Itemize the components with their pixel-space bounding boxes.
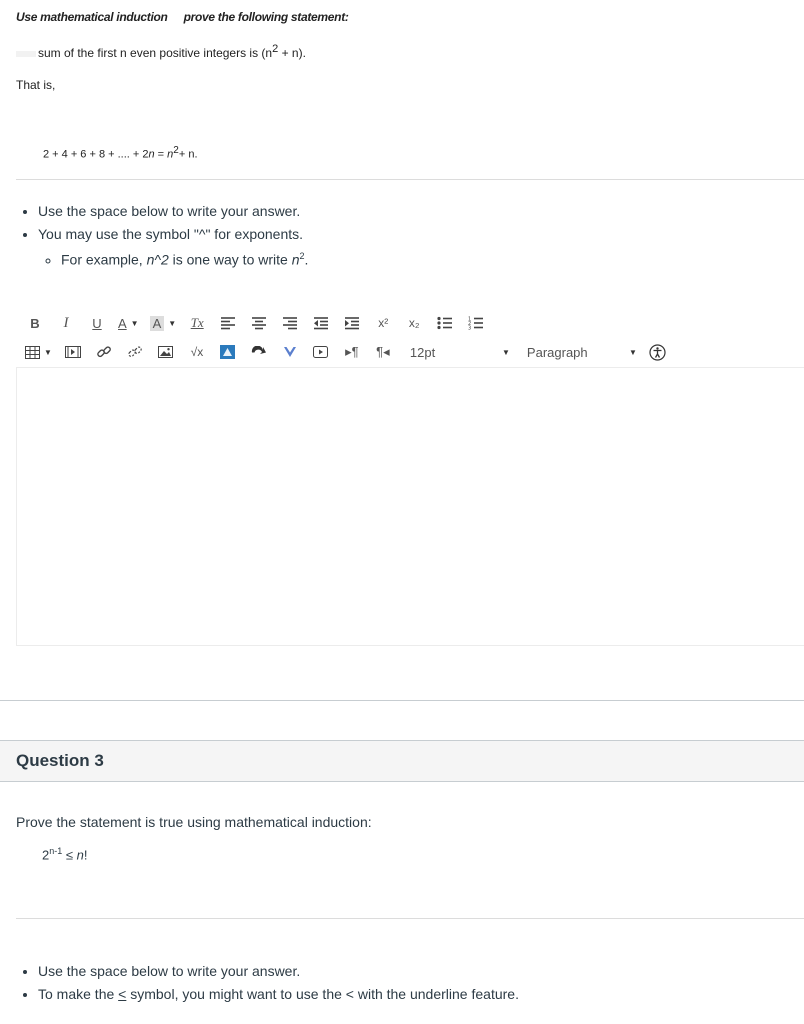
font-color-button[interactable]: A ▼ (118, 313, 139, 333)
ltr-paragraph-icon: ▸¶ (345, 344, 359, 359)
sub-text-a: For example, (61, 251, 147, 268)
instruction-item: You may use the symbol "^" for exponents… (38, 223, 790, 272)
numbered-list-button[interactable]: 123 (466, 313, 486, 333)
indent-button[interactable] (342, 313, 362, 333)
sum-equation: 2 + 4 + 6 + 8 + .... + 2n = n2+ n. (43, 145, 198, 161)
question-header (0, 740, 804, 782)
eq-lhs: 2 + 4 + 6 + 8 + .... + 2 (43, 148, 149, 161)
sub-end: . (304, 251, 309, 268)
arrow-right-icon (252, 345, 267, 354)
instruction-item: Use the space below to write your answer… (38, 200, 790, 223)
editor-toolbar-row1: B I U A ▼ A ▼ Tx x² x₂ 123 (25, 312, 497, 334)
ltr-button[interactable]: ▸¶ (342, 342, 362, 362)
apps-button[interactable] (218, 342, 238, 362)
align-left-button[interactable] (218, 313, 238, 333)
align-center-icon (252, 317, 267, 330)
align-left-icon (221, 317, 236, 330)
outdent-icon (314, 317, 329, 330)
instruction-text: symbol, you might want to use the < with… (126, 985, 519, 1002)
bullet-list-icon (437, 316, 453, 330)
answer-editor[interactable] (16, 367, 804, 646)
eq-rhs: + n. (178, 148, 198, 161)
align-right-button[interactable] (280, 313, 300, 333)
editor-toolbar-row2: ▼ √x ▸¶ ¶◂ 12pt ▼ Paragraph ▼ (25, 341, 679, 363)
divider (16, 179, 804, 180)
statement-text-end: + n). (278, 46, 306, 60)
inequality-statement: 2n-1 ≤ n! (42, 846, 87, 862)
eq-n: n (76, 847, 84, 863)
link-icon (97, 346, 111, 358)
eq-exponent: n-1 (49, 846, 63, 856)
sub-text-b: is one way to write (168, 251, 292, 268)
image-icon (158, 346, 174, 358)
accessibility-icon (649, 343, 667, 361)
table-button[interactable]: ▼ (25, 342, 52, 362)
image-button[interactable] (156, 342, 176, 362)
indent-icon (345, 317, 360, 330)
align-center-button[interactable] (249, 313, 269, 333)
question-text: Prove the statement is true using mathem… (16, 814, 372, 830)
unlink-button[interactable] (125, 342, 145, 362)
instruction-subitem: For example, n^2 is one way to write n2. (61, 245, 790, 271)
instruction-item: Use the space below to write your answer… (38, 960, 790, 983)
media-embed-icon (64, 346, 81, 358)
divider (16, 918, 804, 919)
youtube-button[interactable] (311, 342, 331, 362)
rtl-paragraph-icon: ¶◂ (376, 344, 390, 359)
vimeo-button[interactable] (280, 342, 300, 362)
background-color-button[interactable]: A ▼ (149, 313, 177, 333)
instruction-item: To make the < symbol, you might want to … (38, 983, 790, 1006)
embed-media-button[interactable] (63, 342, 83, 362)
subscript-button[interactable]: x₂ (404, 313, 424, 333)
intro-text-b: prove the following statement: (183, 10, 349, 24)
eq-equals: = (154, 148, 168, 161)
underline-button[interactable]: U (87, 313, 107, 333)
sub-code: n^2 (146, 251, 169, 268)
play-icon (313, 346, 329, 358)
font-size-select[interactable]: 12pt ▼ (410, 342, 510, 362)
instruction-text: You may use the symbol "^" for exponents… (38, 225, 304, 242)
link-button[interactable] (94, 342, 114, 362)
unlink-icon (128, 346, 142, 357)
superscript-button[interactable]: x² (373, 313, 393, 333)
italic-button[interactable]: I (56, 313, 76, 333)
redirect-button[interactable] (249, 342, 269, 362)
chevron-down-icon: ▼ (44, 347, 52, 357)
math-equation-button[interactable]: √x (187, 342, 207, 362)
svg-text:3: 3 (468, 326, 471, 331)
font-color-label: A (118, 315, 127, 331)
chevron-down-icon: ▼ (629, 347, 637, 357)
table-icon (25, 345, 40, 359)
font-size-value: 12pt (409, 344, 436, 360)
bold-button[interactable]: B (25, 313, 45, 333)
eq-factorial: ! (83, 847, 88, 863)
bullet-list-button[interactable] (435, 313, 455, 333)
statement: sum of the first n even positive integer… (16, 43, 306, 60)
apps-icon (220, 345, 236, 359)
divider (0, 700, 804, 701)
align-right-icon (283, 317, 298, 330)
question-intro: Use mathematical induction prove the foll… (16, 10, 349, 24)
clear-formatting-button[interactable]: Tx (187, 313, 207, 333)
format-value: Paragraph (526, 344, 588, 360)
paragraph-format-select[interactable]: Paragraph ▼ (527, 342, 637, 362)
eq-relation: ≤ (62, 847, 77, 863)
rtl-button[interactable]: ¶◂ (373, 342, 393, 362)
instructions: Use the space below to write your answer… (0, 200, 790, 271)
statement-text: sum of the first n even positive integer… (38, 46, 273, 60)
numbered-list-icon: 123 (468, 317, 484, 331)
that-is-label: That is, (16, 78, 56, 92)
instructions: Use the space below to write your answer… (0, 960, 790, 1005)
chevron-down-icon: ▼ (130, 318, 139, 328)
accessibility-button[interactable] (648, 342, 668, 362)
question-title: Question 3 (16, 751, 104, 770)
chevron-down-icon: ▼ (168, 318, 177, 328)
intro-text-a: Use mathematical induction (16, 10, 168, 24)
bg-color-label: A (149, 315, 165, 331)
chevron-down-icon: ▼ (502, 347, 510, 357)
instruction-text: To make the (38, 985, 119, 1002)
v-logo-icon (283, 347, 296, 357)
outdent-button[interactable] (311, 313, 331, 333)
